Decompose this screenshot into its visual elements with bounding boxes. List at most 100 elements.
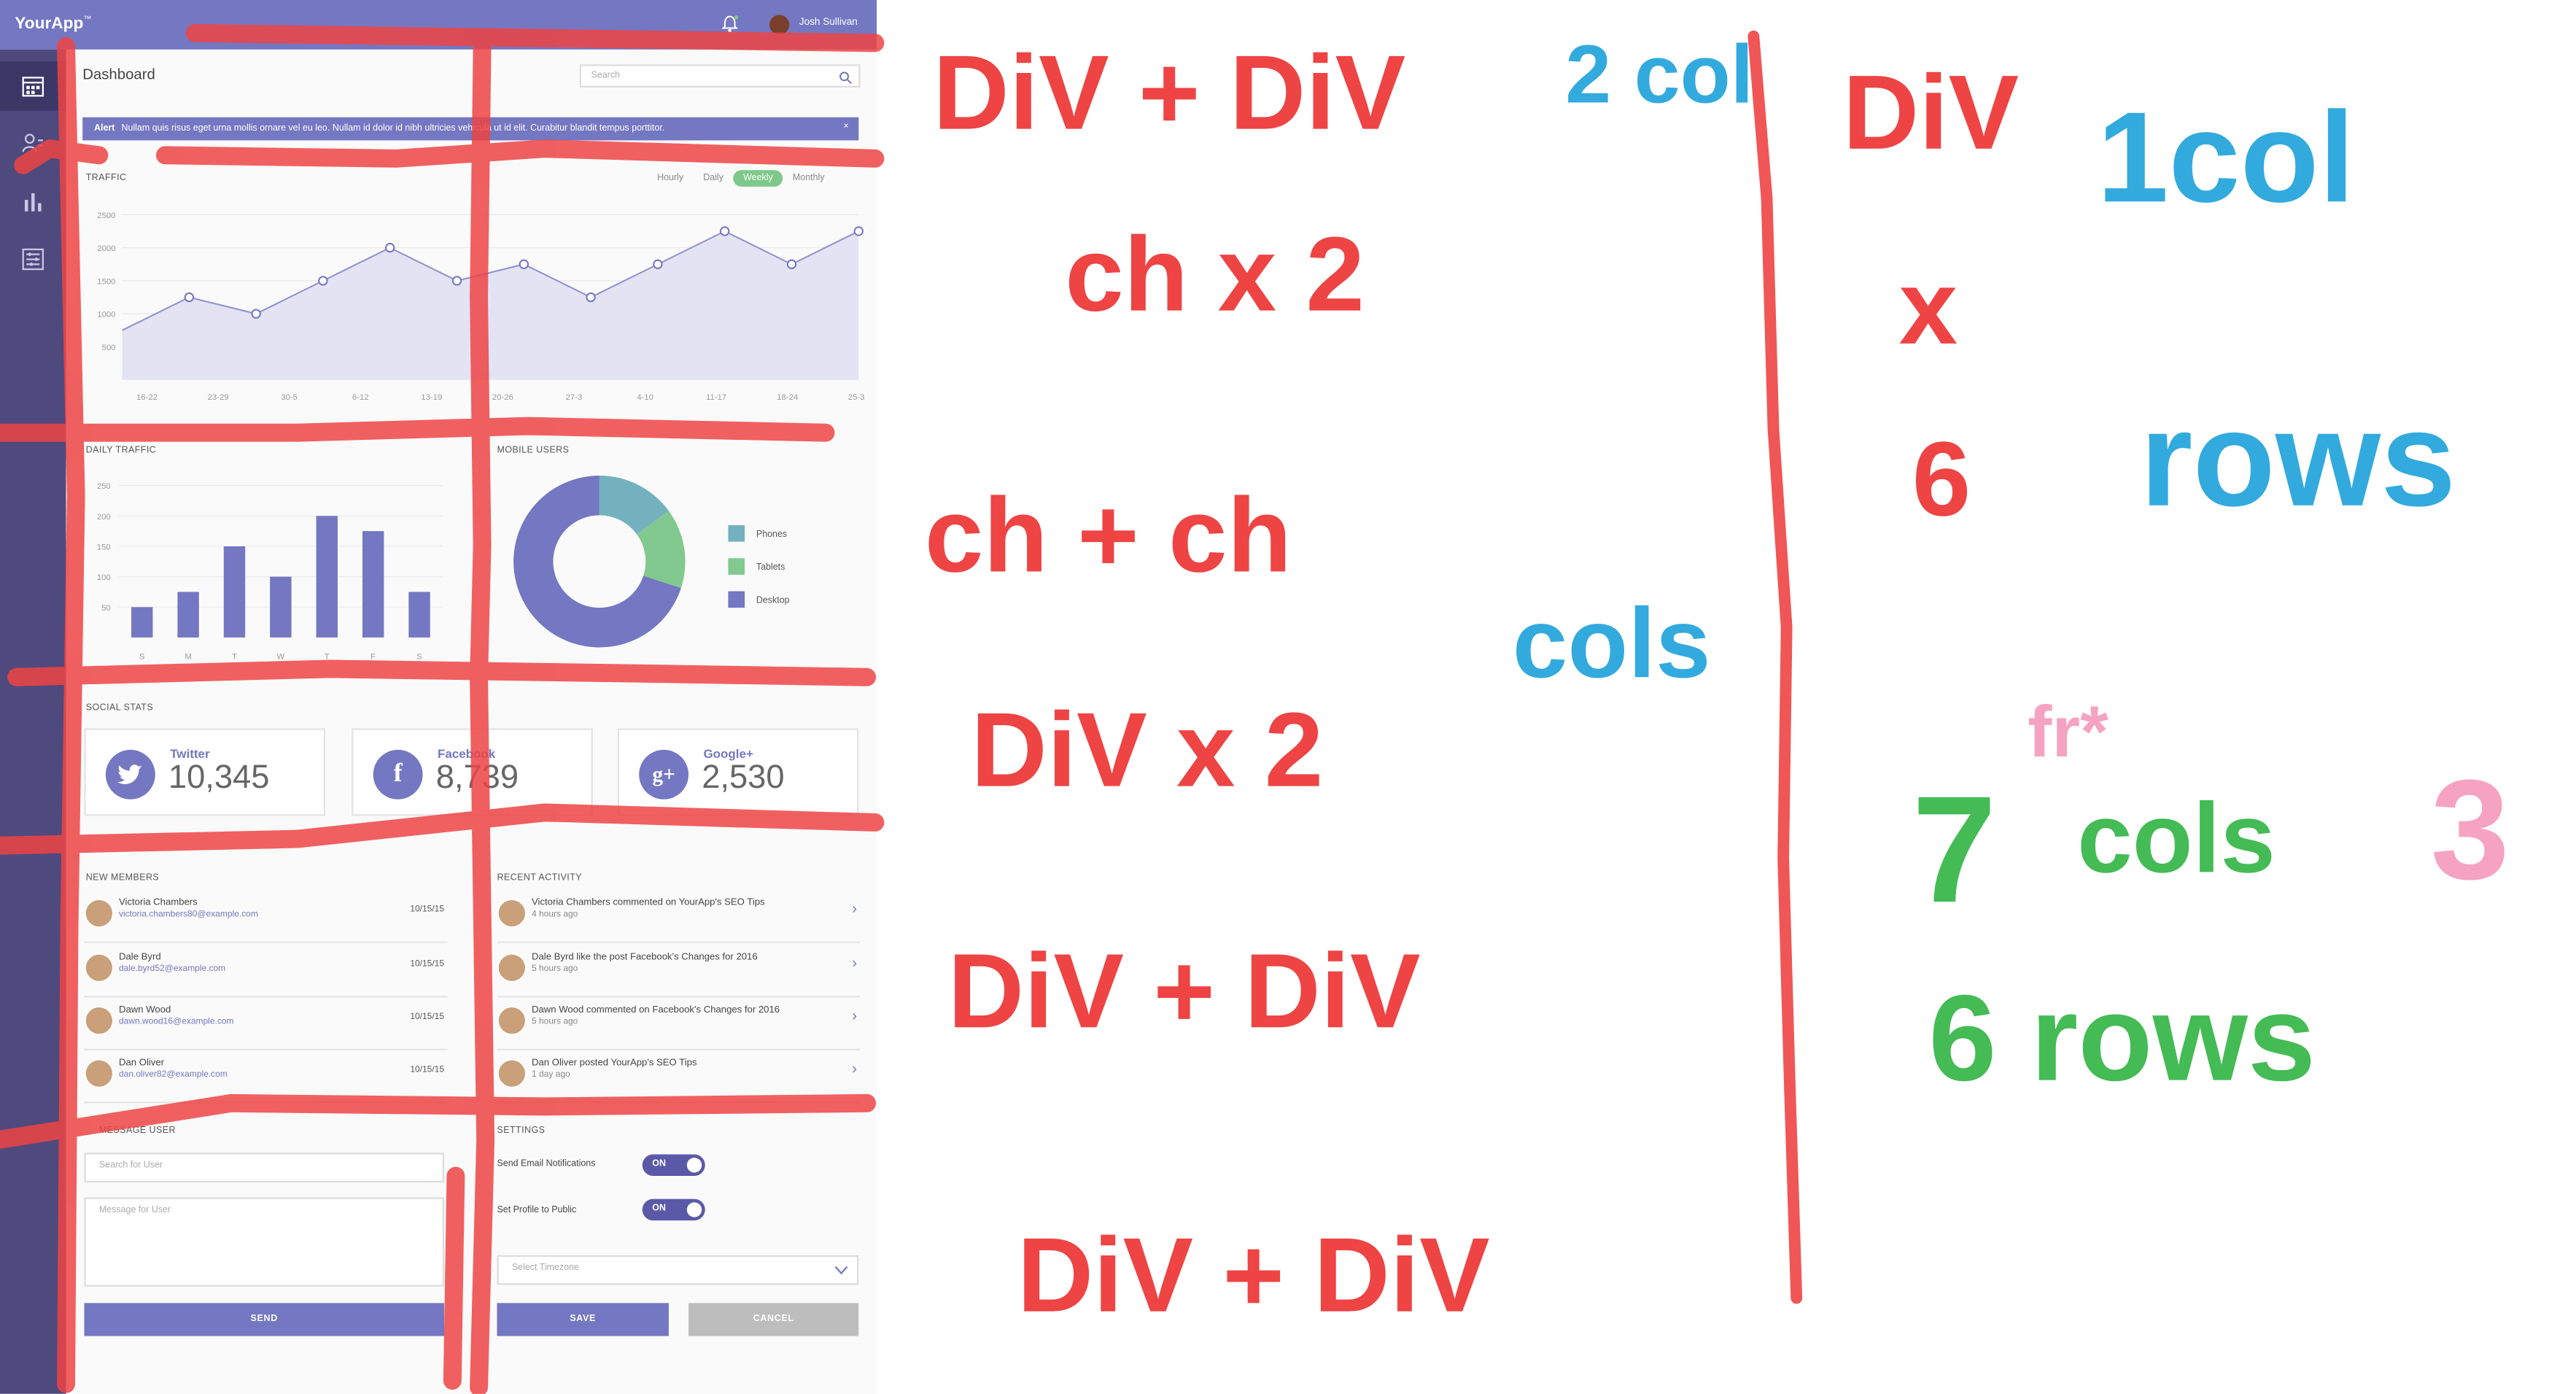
data-point — [184, 292, 195, 303]
page-title: Dashboard — [82, 66, 155, 83]
save-button[interactable]: SAVE — [497, 1303, 669, 1336]
user-name[interactable]: Josh Sullivan — [799, 18, 858, 28]
list-item[interactable]: Dawn Wood dawn.wood16@example.com 10/15/… — [84, 996, 448, 1050]
top-bar: YourApp™ Josh Sullivan — [0, 0, 877, 50]
social-count: 10,345 — [168, 759, 270, 797]
data-point — [853, 226, 864, 236]
avatar — [497, 1058, 527, 1088]
x-tick-label: W — [277, 652, 285, 661]
social-count: 8,739 — [435, 759, 519, 797]
alert-banner: Alert Nullam quis risus eget urna mollis … — [82, 117, 859, 141]
list-item[interactable]: Dale Byrd like the post Facebook's Chang… — [497, 943, 861, 998]
send-button[interactable]: SEND — [84, 1303, 445, 1336]
member-email[interactable]: dan.oliver82@example.com — [119, 1070, 228, 1080]
annotation-row3: ch + ch — [925, 476, 1292, 594]
sidebar-item-stats[interactable] — [0, 177, 66, 226]
member-email[interactable]: dawn.wood16@example.com — [119, 1018, 234, 1028]
annotation-row1: DiV + DiV — [933, 34, 1405, 152]
brand-tm: ™ — [83, 15, 92, 25]
data-point — [451, 276, 462, 286]
x-tick-label: 23-29 — [208, 393, 229, 402]
member-date: 10/15/15 — [410, 959, 445, 969]
x-tick-label: S — [139, 652, 145, 661]
annotation-rows: rows — [2140, 384, 2456, 535]
bell-icon[interactable] — [721, 15, 739, 33]
message-textarea[interactable]: Message for User — [84, 1197, 445, 1287]
list-item[interactable]: Dawn Wood commented on Facebook's Change… — [497, 996, 861, 1050]
x-tick-label: 11-17 — [706, 393, 726, 402]
avatar — [84, 1005, 115, 1036]
search-input[interactable]: Search — [579, 64, 861, 88]
email-notifications-label: Send Email Notifications — [497, 1159, 596, 1169]
bar — [362, 531, 384, 638]
data-point — [586, 292, 596, 303]
sidebar-item-dashboard[interactable] — [0, 61, 66, 111]
social-card-twitter[interactable]: Twitter 10,345 — [84, 728, 326, 816]
y-tick-label: 100 — [97, 573, 111, 582]
avatar[interactable] — [769, 15, 790, 35]
timezone-select[interactable]: Select Timezone — [497, 1255, 859, 1285]
chevron-right-icon[interactable]: › — [852, 1060, 857, 1077]
member-email[interactable]: dale.byrd52@example.com — [119, 964, 225, 975]
sidebar-item-settings[interactable] — [0, 234, 66, 284]
annotation-right-6: 6 — [1912, 419, 1971, 538]
member-email[interactable]: victoria.chambers80@example.com — [119, 910, 258, 920]
chevron-right-icon[interactable]: › — [852, 1007, 857, 1024]
activity-time: 1 day ago — [532, 1070, 570, 1080]
activity-text: Dan Oliver posted YourApp's SEO Tips — [532, 1058, 697, 1069]
list-item[interactable]: Victoria Chambers victoria.chambers80@ex… — [84, 888, 448, 943]
bar — [270, 576, 292, 638]
data-point — [318, 276, 328, 286]
y-tick-label: 250 — [97, 482, 111, 491]
x-tick-label: 6-12 — [352, 393, 369, 402]
traffic-line-chart: 2500 2000 1500 1000 500 16-22 23-29 30-5 6-12 13-… — [97, 212, 865, 402]
brand-logo[interactable]: YourApp™ — [15, 15, 91, 34]
placeholder: Select Timezone — [511, 1263, 579, 1274]
alert-text: Nullam quis risus eget urna mollis ornar… — [121, 123, 665, 134]
tab-daily[interactable]: Daily — [694, 170, 734, 187]
facebook-icon: f — [373, 749, 423, 799]
annotation-row5: DiV + DiV — [948, 932, 1421, 1050]
x-tick-label: T — [325, 652, 330, 661]
x-tick-label: 30-5 — [281, 393, 298, 402]
traffic-area-fill — [122, 231, 859, 380]
social-stats-label: SOCIAL STATS — [85, 703, 154, 714]
chevron-right-icon[interactable]: › — [852, 955, 857, 972]
chevron-right-icon[interactable]: › — [852, 900, 857, 917]
legend-swatch — [728, 524, 745, 542]
activity-text: Dawn Wood commented on Facebook's Change… — [532, 1005, 780, 1016]
annotation-right-div: DiV — [1843, 53, 2020, 171]
tab-weekly[interactable]: Weekly — [733, 170, 783, 187]
sidebar-item-members[interactable] — [0, 119, 66, 169]
x-tick-label: 18-24 — [777, 393, 798, 402]
annotation-3: 3 — [2431, 751, 2510, 909]
member-name: Dan Oliver — [119, 1058, 165, 1069]
data-point — [786, 259, 797, 269]
cancel-button[interactable]: CANCEL — [688, 1303, 859, 1336]
bar — [316, 516, 338, 638]
list-item[interactable]: Dale Byrd dale.byrd52@example.com 10/15/… — [84, 943, 448, 998]
x-tick-label: 16-22 — [136, 393, 158, 402]
close-icon[interactable]: × — [843, 123, 848, 133]
y-tick-label: 200 — [97, 513, 111, 522]
x-tick-label: S — [416, 652, 422, 661]
email-notifications-toggle[interactable]: ON — [642, 1154, 705, 1176]
recent-activity-label: RECENT ACTIVITY — [497, 873, 583, 884]
bar — [177, 592, 199, 638]
tab-hourly[interactable]: Hourly — [647, 170, 693, 187]
search-placeholder: Search — [591, 71, 620, 81]
x-tick-label: M — [185, 652, 191, 661]
x-tick-label: F — [371, 652, 376, 661]
placeholder: Search for User — [98, 1161, 163, 1172]
toggle-state: ON — [652, 1159, 666, 1169]
user-search-input[interactable]: Search for User — [84, 1153, 445, 1183]
tab-monthly[interactable]: Monthly — [783, 170, 834, 187]
public-profile-toggle[interactable]: ON — [642, 1199, 705, 1221]
social-card-facebook[interactable]: f Facebook 8,739 — [352, 728, 593, 816]
list-item[interactable]: Victoria Chambers commented on YourApp's… — [497, 888, 861, 943]
legend-label: Tablets — [756, 562, 785, 572]
traffic-label: TRAFFIC — [85, 173, 127, 184]
social-card-googleplus[interactable]: g+ Google+ 2,530 — [617, 728, 859, 816]
list-item[interactable]: Dan Oliver posted YourApp's SEO Tips 1 d… — [497, 1049, 861, 1104]
list-item[interactable]: Dan Oliver dan.oliver82@example.com 10/1… — [84, 1049, 448, 1104]
